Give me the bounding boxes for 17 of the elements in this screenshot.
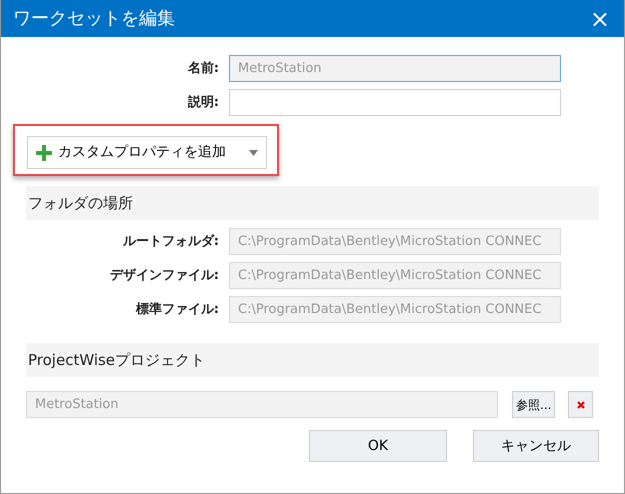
clear-button[interactable] <box>568 391 594 418</box>
cancel-button[interactable]: キャンセル <box>473 430 599 462</box>
window-title: ワークセットを編集 <box>13 7 175 31</box>
description-field[interactable] <box>229 89 561 116</box>
section-header: ProjectWiseプロジェクト <box>28 350 206 371</box>
plus-icon <box>36 144 52 160</box>
field-label: 標準ファイル: <box>134 300 220 319</box>
ok-button[interactable]: OK <box>309 430 447 462</box>
caret-icon <box>249 150 258 156</box>
field-label: 説明: <box>186 94 220 112</box>
field-label: 名前: <box>186 60 220 78</box>
section-header: フォルダの場所 <box>28 192 133 214</box>
field-label: ルートフォルダ: <box>122 232 220 251</box>
field-label: デザインファイル: <box>108 266 220 285</box>
close-icon <box>576 400 585 408</box>
close-button[interactable]: × <box>586 6 614 30</box>
add-custom-property-button[interactable]: カスタムプロパティを追加 <box>27 136 267 169</box>
